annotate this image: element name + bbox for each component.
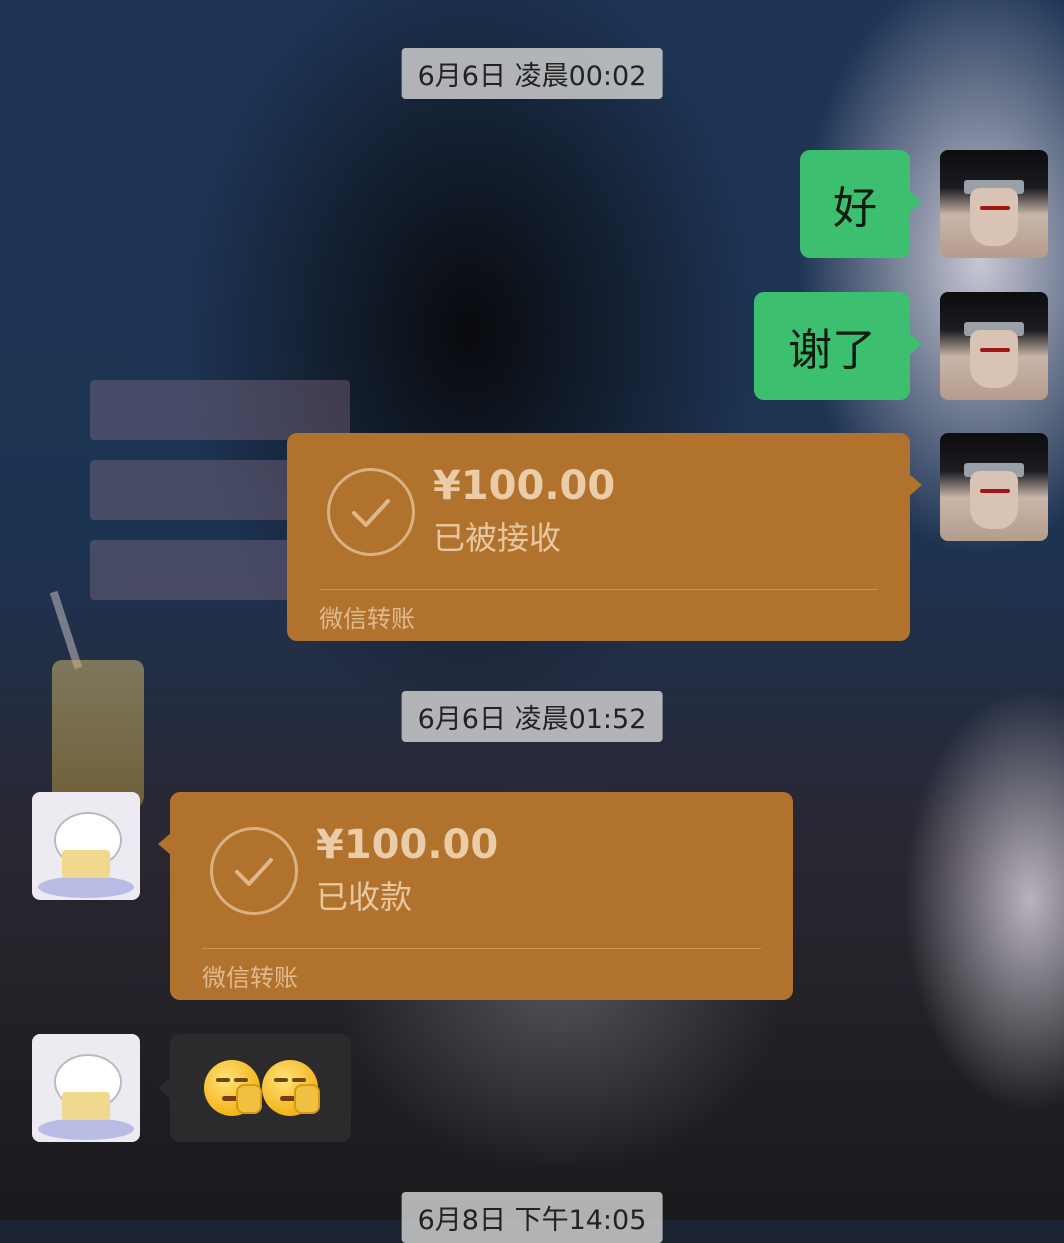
avatar-contact[interactable]: [32, 792, 140, 900]
transfer-status: 已被接收: [433, 519, 562, 557]
avatar-self[interactable]: [940, 433, 1048, 541]
message-bubble-sent[interactable]: 谢了: [754, 292, 922, 400]
transfer-status: 已收款: [316, 878, 413, 916]
check-circle-icon: [210, 827, 298, 915]
background-cup: [52, 660, 144, 810]
check-circle-icon: [327, 468, 415, 556]
message-text: 谢了: [788, 325, 876, 376]
transfer-footer-label: 微信转账: [319, 605, 415, 633]
avatar-self[interactable]: [940, 292, 1048, 400]
message-text: 好: [833, 183, 877, 234]
avatar-self[interactable]: [940, 150, 1048, 258]
message-bubble-sent[interactable]: 好: [800, 150, 922, 258]
background-bench-slat: [90, 380, 350, 440]
timestamp: 6月6日 凌晨01:52: [401, 691, 663, 742]
background-straw: [49, 590, 83, 670]
smirk-ok-emoji-icon: [261, 1060, 320, 1116]
timestamp: 6月8日 下午14:05: [401, 1192, 663, 1243]
transfer-amount: ¥100.00: [433, 463, 616, 509]
divider: [319, 589, 878, 590]
transfer-amount: ¥100.00: [316, 822, 499, 868]
timestamp: 6月6日 凌晨00:02: [401, 48, 663, 99]
wechat-transfer-card[interactable]: ¥100.00 已收款 微信转账: [158, 792, 793, 1000]
wechat-transfer-card[interactable]: ¥100.00 已被接收 微信转账: [287, 433, 922, 641]
message-bubble-received[interactable]: [158, 1034, 351, 1142]
avatar-contact[interactable]: [32, 1034, 140, 1142]
smirk-ok-emoji-icon: [203, 1060, 262, 1116]
divider: [202, 948, 761, 949]
transfer-footer-label: 微信转账: [202, 964, 298, 992]
